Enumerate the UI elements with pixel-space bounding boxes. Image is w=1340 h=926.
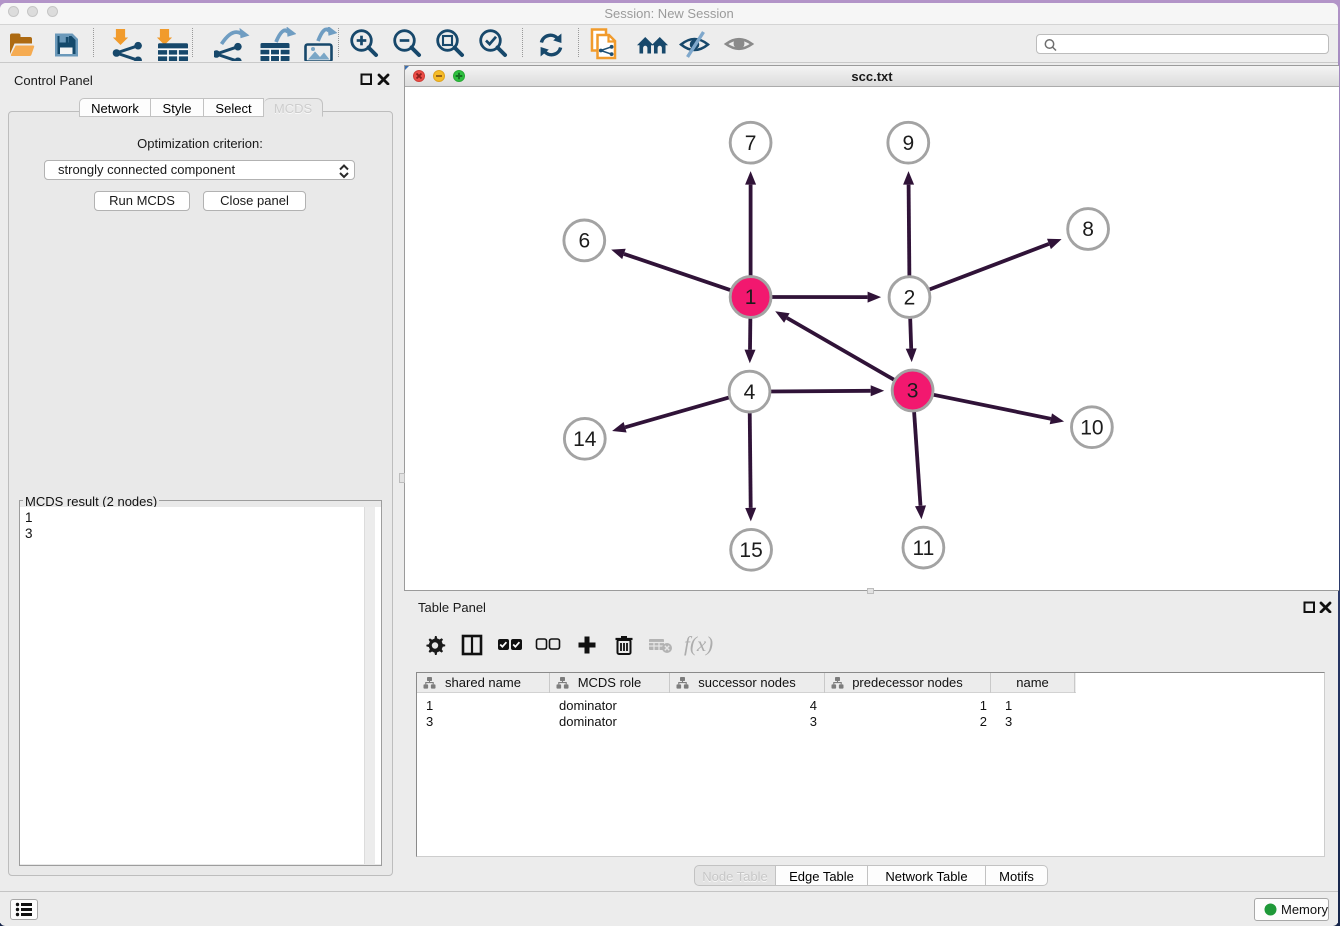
svg-text:15: 15 (739, 539, 762, 562)
svg-text:2: 2 (904, 286, 916, 309)
svg-text:9: 9 (902, 132, 914, 155)
svg-text:8: 8 (1082, 218, 1094, 241)
svg-text:11: 11 (912, 537, 934, 560)
svg-text:10: 10 (1080, 416, 1103, 439)
svg-text:7: 7 (745, 132, 757, 155)
svg-text:6: 6 (578, 230, 590, 253)
svg-text:1: 1 (745, 286, 757, 309)
svg-text:4: 4 (744, 381, 756, 404)
svg-text:3: 3 (907, 380, 919, 403)
svg-text:14: 14 (573, 428, 597, 451)
